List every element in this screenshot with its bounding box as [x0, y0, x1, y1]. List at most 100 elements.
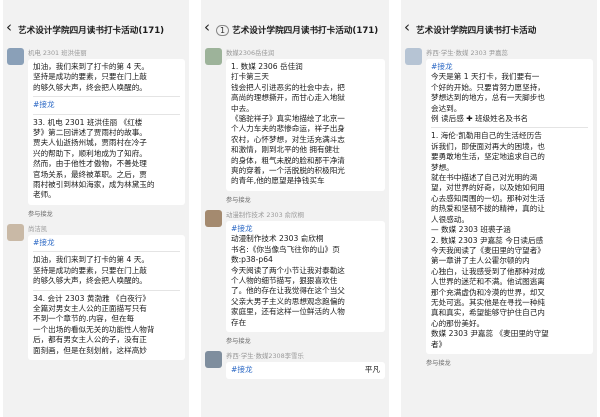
message-line: 高尚的理想撕开，而甘心走入地狱 [231, 93, 345, 103]
sender-name: 养西·学生·数媒2308李雪乐 [226, 351, 304, 360]
message-line: 1. 数媒 2306 岳佳润 [231, 62, 303, 71]
divider [33, 289, 180, 291]
entry-line: 人很感动。 [431, 214, 469, 224]
message-line: 加油，我们来到了打卡的第 4 天。 [33, 62, 149, 71]
entry-line: 个人力车夫的悲惨命运，祥子出身 [231, 124, 345, 134]
message-line: 个好的开始。只要肯努力愿坚持， [431, 82, 545, 92]
message-line: 例 读后感 ✚ 班级姓名及书名 [431, 114, 529, 124]
entry-line: 2. 数媒 2303 尹嘉蕊 今日读后感 [431, 235, 544, 245]
entry-line: 心去感知周围的一切。那种对生活 [431, 193, 545, 203]
hashtag[interactable]: #接龙 [231, 224, 380, 234]
avatar[interactable] [405, 48, 422, 65]
message-line: 书名:《你当像鸟飞往你的山》页 [231, 244, 340, 254]
entry-line: 人世界的迷茫和不满。他试图逃离 [431, 277, 545, 287]
chat-header: ‹ 艺术设计学院四月读书打卡活动(171) [3, 0, 189, 44]
avatar[interactable] [7, 223, 24, 241]
sender-name: 养西·学生·数媒 2303 尹嘉蕊 [426, 49, 508, 57]
avatar[interactable] [205, 48, 222, 65]
quote-label[interactable]: 参与接龙 [426, 358, 593, 367]
message-line: 的够久够大声，终会把人唤醒的。 [33, 276, 147, 286]
message-line: 动漫制作技术 2303 俞欣桐 [231, 234, 324, 244]
message-line: 梦想达到的地方，总有一天脚步也 [431, 93, 545, 103]
entry-line: 今天阅读了两个小节让我对泰勒这 [231, 265, 345, 275]
entry-line: 那个充满虚伪和冷漠的世界，却又 [431, 287, 545, 297]
entry-line: 的青年,他的愿望是挣钱买车 [231, 176, 325, 186]
unread-badge: 1 [216, 25, 230, 36]
entry-line: 家庭里，还有这样一位鲜活的人物 [231, 307, 345, 317]
chat-screen-3: ‹ 艺术设计学院四月读书打卡活动 养西·学生·数媒 2303 尹嘉蕊 #接龙 今… [401, 0, 597, 417]
entry-line: 老师。 [33, 190, 56, 200]
entry-line: 一个出场的看似无关的功能性人物背 [33, 324, 155, 334]
entry-line: 33. 机电 2301 班洪佳丽 《红楼 [33, 117, 143, 127]
message-line: 平凡 [364, 364, 380, 374]
chat-header: ‹ 1 艺术设计学院四月读书打卡活动(171) [201, 0, 389, 44]
entry-line: 存在 [231, 317, 247, 327]
chat-screen-2: ‹ 1 艺术设计学院四月读书打卡活动(171) 数媒2306岳佳润 1. 数媒 … [201, 0, 389, 417]
hashtag[interactable]: #接龙 [33, 100, 180, 110]
entry-line: 了。他的存在让我觉得在这个当父 [231, 286, 345, 296]
entry-line: 今天我阅读了《麦田里的守望者》 [431, 245, 545, 255]
message-bubble[interactable]: #接龙 平凡 [226, 361, 385, 380]
entry-line: 面刻画，但是在刻划前，这样高妙 [33, 345, 147, 355]
entry-line: 心的那份美好。 [431, 318, 485, 328]
message-line: 数:p38-p64 [231, 255, 273, 265]
entry-line: 梦》第二回讲述了贾雨村的故事。 [33, 128, 147, 138]
back-arrow-icon[interactable]: ‹ [6, 18, 18, 36]
avatar[interactable] [205, 209, 222, 227]
entry-line: 者》 [431, 339, 447, 349]
avatar[interactable] [205, 350, 222, 368]
message-line: 加油，我们来到了打卡的第 4 天。 [33, 255, 149, 265]
chat-message: 养西·学生·数媒2308李雪乐 #接龙 平凡 [201, 347, 389, 381]
quote-label[interactable]: 参与接龙 [226, 336, 385, 345]
entry-line: 无处可逃。其实他是在寻找一种纯 [431, 297, 545, 307]
quote-label[interactable]: 参与接龙 [28, 209, 185, 218]
chat-message: 数媒2306岳佳润 1. 数媒 2306 岳佳润 打卡第三天 钱会把人引进恶劣的… [201, 44, 389, 206]
entry-line: 雨村被引到林如海家，成为林黛玉的 [33, 180, 155, 190]
entry-line: 数媒 2303 尹嘉蕊 《麦田里的守望 [431, 329, 549, 339]
quote-label[interactable]: 参与接龙 [226, 195, 385, 204]
hashtag[interactable]: #接龙 [33, 238, 180, 248]
entry-line: — 数媒 2303 班裘子涵 [431, 225, 511, 235]
entry-line: 诉我们，即使面对再大的困境，也 [431, 141, 545, 151]
entry-line: 农村，心怀梦想，对生活充满斗志 [231, 134, 345, 144]
entry-line: 第一章讲了主人公霍尔顿的内 [431, 256, 530, 266]
entry-line: 然而，由于他性才傲物，不善处理 [33, 159, 147, 169]
entry-line: 1. 海伦·凯勒用自己的生活经历告 [431, 131, 542, 141]
message-bubble[interactable]: #接龙 动漫制作技术 2303 俞欣桐 书名:《你当像鸟飞往你的山》页 数:p3… [226, 220, 385, 332]
entry-line: 《骆驼祥子》真实地描绘了北京一 [231, 114, 345, 124]
message-bubble[interactable]: #接龙 今天是第 1 天打卡，我们要有一 个好的开始。只要肯努力愿坚持， 梦想达… [426, 59, 593, 354]
message-bubble[interactable]: #接龙 加油，我们来到了打卡的第 4 天。 坚持是成功的要素，只要在门上敲 的够… [28, 234, 185, 360]
divider [33, 96, 180, 98]
divider [33, 251, 180, 253]
message-line: 今天是第 1 天打卡，我们要有一 [431, 72, 540, 82]
message-line: 打卡第三天 [231, 72, 269, 82]
chat-title: 艺术设计学院四月读书打卡活动 [416, 26, 537, 36]
entry-line: 贾夫人仙逝扬州城，贾雨村在冷子 [33, 138, 147, 148]
chat-title: 艺术设计学院四月读书打卡活动(171) [232, 26, 379, 36]
avatar[interactable] [7, 48, 24, 65]
entry-line: 心独白，让我感受到了他那种对成 [431, 266, 545, 276]
chat-message: 动漫制作技术 2303 俞欣桐 #接龙 动漫制作技术 2303 俞欣桐 书名:《… [201, 206, 389, 347]
entry-line: 后，都有男女主人公的子，没有正 [33, 335, 147, 345]
hashtag[interactable]: #接龙 [231, 365, 253, 375]
message-line: 坚持是成功的要素，只要在门上敲 [33, 265, 147, 275]
entry-line: 和激情，刚到北平的他 拥有健壮 [231, 145, 340, 155]
entry-line: 不到一个章节的.内容，但在每 [33, 314, 135, 324]
message-bubble[interactable]: 1. 数媒 2306 岳佳润 打卡第三天 钱会把人引进恶劣的社会中去，把 高尚的… [226, 59, 385, 191]
entry-line: 父亲大男子主义的思想观念跑偏的 [231, 296, 345, 306]
message-bubble[interactable]: 加油，我们来到了打卡的第 4 天。 坚持是成功的要素，只要在门上敲 的够久够大声… [28, 59, 185, 205]
entry-line: 要勇敢地生活，坚定地追求自己的 [431, 152, 545, 162]
entry-line: 全篇对男女主人公的正面描写只有 [33, 303, 147, 313]
divider [431, 127, 588, 129]
back-arrow-icon[interactable]: ‹ [404, 18, 416, 36]
message-line: 钱会把人引进恶劣的社会中去，把 [231, 82, 345, 92]
sender-name: 动漫制作技术 2303 俞欣桐 [226, 210, 304, 219]
message-line: 坚持是成功的要素，只要在门上敲 [33, 72, 147, 82]
sender-name: 机电 2301 班洪佳丽 [28, 49, 87, 57]
hashtag[interactable]: #接龙 [431, 62, 588, 72]
divider [33, 113, 180, 115]
message-line: 中去。 [231, 103, 254, 113]
back-arrow-icon[interactable]: ‹ [204, 18, 216, 36]
sender-name: 数媒2306岳佳润 [226, 49, 275, 57]
entry-line: 爽的穿着，一个活脱脱的积极阳光 [231, 166, 345, 176]
